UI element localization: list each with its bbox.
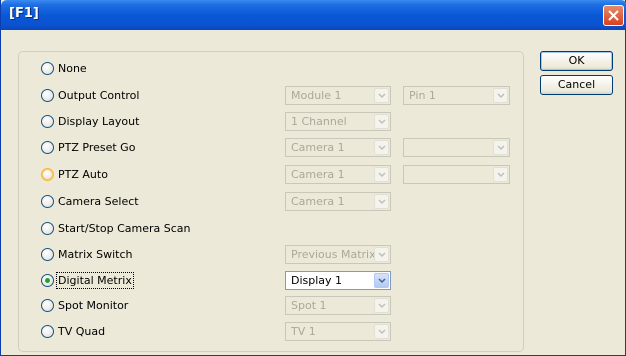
chevron-down-icon <box>378 252 386 258</box>
dropdown-button[interactable] <box>374 194 389 209</box>
title-bar: [F1] <box>1 0 626 30</box>
dropdown-button[interactable] <box>374 324 389 339</box>
label-tv-quad: TV Quad <box>58 325 106 338</box>
label-ptz-auto: PTZ Auto <box>58 168 108 181</box>
radio-ptz-auto[interactable] <box>41 168 54 181</box>
radio-matrix-switch[interactable] <box>41 248 54 261</box>
label-output-control: Output Control <box>58 89 140 102</box>
matrix-switch-select[interactable]: Previous Matrix <box>285 245 391 264</box>
radio-none[interactable] <box>41 62 54 75</box>
combo-value: Module 1 <box>291 89 342 102</box>
label-none: None <box>58 62 87 75</box>
dropdown-button[interactable] <box>374 88 389 103</box>
label-digital-metrix: Digital Metrix <box>56 272 134 289</box>
window-title: [F1] <box>9 6 39 21</box>
radio-output-control[interactable] <box>41 89 54 102</box>
dropdown-button[interactable] <box>374 114 389 129</box>
dropdown-button[interactable] <box>493 88 508 103</box>
digital-metrix-display-select[interactable]: Display 1 <box>285 271 391 290</box>
label-spot-monitor: Spot Monitor <box>58 299 129 312</box>
radio-ptz-preset-go[interactable] <box>41 141 54 154</box>
tv-quad-select[interactable]: TV 1 <box>285 322 391 341</box>
ptz-preset-number-select[interactable] <box>403 138 510 157</box>
dropdown-button[interactable] <box>374 273 389 288</box>
radio-spot-monitor[interactable] <box>41 299 54 312</box>
combo-value: Pin 1 <box>409 89 436 102</box>
chevron-down-icon <box>378 172 386 178</box>
ptz-auto-mode-select[interactable] <box>403 165 510 184</box>
cancel-button[interactable]: Cancel <box>540 75 613 95</box>
radio-camera-select[interactable] <box>41 195 54 208</box>
radio-camera-scan[interactable] <box>41 222 54 235</box>
combo-value: Camera 1 <box>291 168 345 181</box>
chevron-down-icon <box>378 93 386 99</box>
chevron-down-icon <box>378 303 386 309</box>
chevron-down-icon <box>378 329 386 335</box>
combo-value: TV 1 <box>291 325 316 338</box>
radio-display-layout[interactable] <box>41 115 54 128</box>
dropdown-button[interactable] <box>493 167 508 182</box>
combo-value: Display 1 <box>291 274 343 287</box>
label-camera-select: Camera Select <box>58 195 139 208</box>
camera-select-dropdown[interactable]: Camera 1 <box>285 192 391 211</box>
label-ptz-preset-go: PTZ Preset Go <box>58 141 136 154</box>
ptz-auto-camera-select[interactable]: Camera 1 <box>285 165 391 184</box>
radio-tv-quad[interactable] <box>41 325 54 338</box>
dropdown-button[interactable] <box>374 167 389 182</box>
output-control-module-select[interactable]: Module 1 <box>285 86 391 105</box>
chevron-down-icon <box>497 172 505 178</box>
chevron-down-icon <box>378 199 386 205</box>
close-icon <box>608 10 619 21</box>
combo-value: Camera 1 <box>291 195 345 208</box>
output-control-pin-select[interactable]: Pin 1 <box>403 86 510 105</box>
chevron-down-icon <box>497 93 505 99</box>
ok-button[interactable]: OK <box>540 51 613 71</box>
chevron-down-icon <box>378 145 386 151</box>
combo-value: 1 Channel <box>291 115 347 128</box>
radio-digital-metrix[interactable] <box>41 274 54 287</box>
spot-monitor-select[interactable]: Spot 1 <box>285 296 391 315</box>
ptz-preset-camera-select[interactable]: Camera 1 <box>285 138 391 157</box>
dropdown-button[interactable] <box>374 298 389 313</box>
chevron-down-icon <box>378 119 386 125</box>
dialog-window: [F1] OK Cancel None Output Control Modul… <box>0 0 626 356</box>
label-display-layout: Display Layout <box>58 115 140 128</box>
dropdown-button[interactable] <box>374 140 389 155</box>
combo-value: Previous Matrix <box>291 248 376 261</box>
combo-value: Spot 1 <box>291 299 327 312</box>
combo-value: Camera 1 <box>291 141 345 154</box>
dropdown-button[interactable] <box>493 140 508 155</box>
label-matrix-switch: Matrix Switch <box>58 248 133 261</box>
close-button[interactable] <box>603 5 624 26</box>
chevron-down-icon <box>497 145 505 151</box>
label-camera-scan: Start/Stop Camera Scan <box>58 222 191 235</box>
display-layout-select[interactable]: 1 Channel <box>285 112 391 131</box>
dropdown-button[interactable] <box>374 247 389 262</box>
chevron-down-icon <box>378 278 386 284</box>
